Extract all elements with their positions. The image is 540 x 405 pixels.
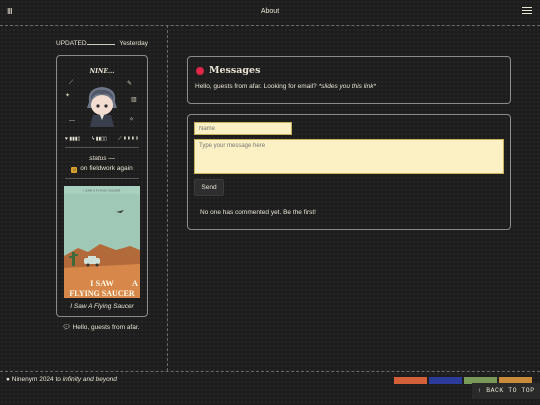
updated-label: UPDATED [56, 40, 87, 47]
energy-stat-icon: ϟ ▮▮▯▯ [91, 136, 107, 142]
send-button[interactable]: Send [194, 179, 224, 196]
site-logo-icon[interactable]: Ⅲ [7, 7, 16, 16]
avatar [87, 87, 117, 127]
header-divider [0, 25, 540, 26]
heart-stat-icon: ♥ ▮▮▮▯ [65, 136, 81, 142]
updated-row: UPDATED Yesterday [56, 40, 148, 49]
hamburger-icon[interactable] [522, 7, 532, 16]
book-caption: I Saw A Flying Saucer [70, 303, 134, 310]
profile-card: NINE... ⟋ ✦ ✎ ▥ — ✧ ♥ ▮▮▮▯ ϟ ▮▮▯▯ ⟋ ▮▮▮▯… [56, 55, 148, 317]
updated-time: Yesterday [119, 40, 148, 47]
book-title-line1: I SAW [90, 278, 114, 288]
stats-row: ♥ ▮▮▮▯ ϟ ▮▮▯▯ ⟋ ▮▮▮▯ [65, 136, 139, 142]
doll-icon: ✦ [65, 93, 71, 99]
speech-bubble-icon: 💬︎ [62, 324, 71, 331]
book-title-a: A [132, 278, 139, 288]
back-to-top-button[interactable]: ↑ BACK TO TOP [472, 383, 540, 399]
book-title-line2: FLYING SAUCER [69, 289, 134, 298]
pen-icon: ✎ [127, 81, 133, 87]
comment-panel: Send No one has commented yet. Be the fi… [187, 114, 511, 230]
web-badge[interactable] [394, 377, 427, 384]
footer-text: ● Ninenym 2024 to infinity and beyond [6, 376, 117, 383]
greeting-line: 💬︎ Hello, guests from afar. [62, 324, 140, 331]
status-badge-icon: ☼ [71, 167, 78, 173]
book-header-text: I SAW A FLYING SAUCER [83, 189, 120, 193]
status-label: status — [89, 155, 115, 162]
book-icon: ▥ [131, 97, 137, 103]
email-link[interactable]: *slides you this link* [319, 83, 376, 90]
sidebar-divider [167, 25, 168, 371]
web-badge[interactable] [429, 377, 462, 384]
status-dot-icon [196, 67, 204, 75]
sword-icon: — [69, 118, 75, 124]
card-separator [65, 147, 139, 148]
blade-stat-icon: ⟋ ▮▮▮▯ [118, 136, 139, 142]
messages-title: Messages [209, 65, 261, 76]
sun-icon: ● [6, 376, 10, 383]
top-bar: Ⅲ About [0, 0, 540, 25]
empty-comments-text: No one has commented yet. Be the first! [200, 209, 316, 216]
messages-intro: Hello, guests from afar. Looking for ema… [195, 83, 377, 90]
profile-name: NINE... [89, 68, 115, 75]
updated-line [87, 44, 115, 45]
footer-divider [0, 371, 540, 372]
nav-link-about[interactable]: About [250, 8, 290, 15]
message-textarea[interactable] [194, 139, 504, 174]
name-input[interactable] [194, 122, 292, 135]
messages-panel: Messages Hello, guests from afar. Lookin… [187, 56, 511, 104]
status-text: ☼ on fieldwork again [71, 165, 133, 173]
book-cover-image[interactable]: I SAW A FLYING SAUCER I SAW A FLYING SAU… [64, 186, 140, 298]
wand-icon: ⟋ [69, 80, 74, 86]
charm-icon: ✧ [129, 117, 135, 123]
card-separator [65, 178, 139, 179]
